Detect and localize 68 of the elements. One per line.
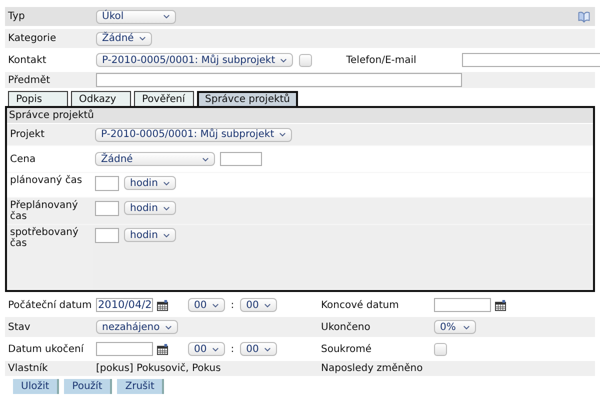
form-button[interactable]: Zrušit — [117, 379, 164, 394]
field-label: Kategorie — [7, 33, 58, 44]
category-dropdown[interactable]: Žádné — [96, 32, 152, 46]
field-label: Ukončeno — [320, 322, 372, 332]
tab[interactable]: Pověření — [134, 91, 194, 106]
form-button[interactable]: Uložit — [13, 379, 60, 394]
unit-dropdown[interactable]: hodin — [124, 228, 176, 242]
caret-icon — [138, 36, 146, 41]
hour-dropdown[interactable]: 00 — [188, 298, 225, 312]
caret-icon — [162, 180, 170, 186]
caret-icon — [264, 346, 271, 352]
minute-dropdown[interactable]: 00 — [240, 342, 277, 356]
type-dropdown[interactable]: Úkol — [96, 10, 176, 24]
project-dropdown[interactable]: P-2010-0005/0001: Můj subprojekt — [95, 128, 292, 142]
caret-icon — [212, 302, 219, 308]
hour-dropdown[interactable]: 00 — [188, 342, 225, 356]
calendar-icon[interactable] — [157, 344, 168, 354]
field-label: Naposledy změněno — [320, 363, 424, 374]
tab[interactable]: Popis — [8, 91, 68, 106]
status-dropdown[interactable]: 0% — [434, 320, 476, 334]
date-field[interactable] — [96, 342, 153, 356]
field-label: Kontakt — [7, 54, 48, 66]
caret-icon — [279, 132, 286, 137]
phone-field[interactable] — [462, 53, 600, 67]
minute-dropdown[interactable]: 00 — [240, 298, 277, 312]
date-field[interactable]: 2010/04/2 — [96, 298, 153, 312]
field-label: Počáteční datum — [7, 300, 93, 310]
unit-dropdown[interactable]: hodin — [124, 201, 176, 215]
checkbox[interactable] — [299, 54, 312, 66]
caret-icon — [162, 206, 170, 210]
unit-dropdown[interactable]: hodin — [124, 176, 176, 190]
subject-field[interactable] — [96, 73, 462, 87]
time-separator: : — [230, 300, 236, 310]
caret-icon — [163, 14, 170, 19]
caret-icon — [162, 232, 170, 238]
date-field[interactable] — [434, 298, 491, 312]
contact-dropdown[interactable]: P-2010-0005/0001: Můj subprojekt — [96, 53, 294, 67]
caret-icon — [202, 156, 209, 162]
field-label: Datum ukočení — [7, 344, 85, 354]
form-button[interactable]: Použít — [64, 379, 112, 394]
time-field[interactable] — [95, 201, 119, 216]
book-icon[interactable] — [577, 10, 591, 24]
calendar-icon[interactable] — [495, 300, 506, 310]
caret-icon — [463, 324, 470, 330]
caret-icon — [212, 346, 219, 352]
section-title: Správce projektů — [7, 108, 593, 124]
checkbox[interactable] — [434, 342, 447, 356]
status-dropdown[interactable]: nezahájeno — [96, 320, 178, 334]
field-label: plánovaný čas — [7, 173, 93, 197]
owner-name: [pokus] Pokusovič, Pokus — [96, 363, 221, 374]
tab[interactable]: Správce projektů — [197, 91, 298, 106]
field-label: Vlastník — [7, 363, 49, 374]
calendar-icon[interactable] — [157, 300, 168, 310]
field-label: Typ — [7, 11, 26, 22]
field-label: Telefon/E-mail — [346, 54, 418, 66]
field-label: Cena — [7, 146, 93, 172]
caret-icon — [280, 58, 288, 62]
price-field[interactable] — [220, 152, 262, 166]
time-separator: : — [230, 344, 236, 354]
price-dropdown[interactable]: Žádné — [95, 152, 215, 166]
time-field[interactable] — [95, 176, 119, 191]
field-label: Koncové datum — [320, 300, 400, 310]
field-label: Soukromé — [320, 344, 372, 354]
time-field[interactable] — [95, 228, 119, 243]
caret-icon — [164, 324, 172, 330]
tab[interactable]: Odkazy — [71, 91, 131, 106]
caret-icon — [264, 302, 271, 308]
field-label: Stav — [7, 322, 32, 332]
